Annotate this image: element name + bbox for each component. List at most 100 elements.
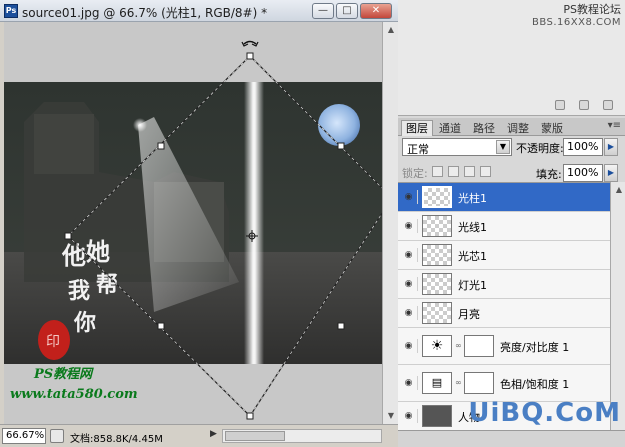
transform-handle[interactable] [246, 52, 254, 60]
seal-text: 印 [46, 334, 60, 350]
fill-label: 填充: [536, 168, 562, 181]
scroll-up-icon[interactable]: ▲ [612, 182, 625, 198]
site-url-text: www.tata580.com [10, 387, 138, 402]
layer-row[interactable]: ◉ ☀ ∞ 亮度/对比度 1 [398, 328, 610, 365]
chevron-down-icon[interactable]: ▼ [496, 140, 510, 154]
layer-thumbnail [422, 273, 452, 295]
transform-handle[interactable] [337, 142, 345, 150]
zoom-field[interactable]: 66.67% [2, 428, 46, 444]
transform-handle[interactable] [64, 232, 72, 240]
transform-handle[interactable] [157, 322, 165, 330]
transform-handle[interactable] [337, 322, 345, 330]
eye-icon[interactable]: ◉ [400, 306, 418, 320]
eye-icon[interactable]: ◉ [400, 190, 418, 204]
scroll-down-icon[interactable]: ▼ [384, 408, 398, 424]
opacity-arrow-icon[interactable]: ▶ [604, 138, 618, 156]
panel-menu-icon[interactable]: ▾≡ [608, 120, 621, 131]
watermark-top-line2: BBS.16XX8.COM [531, 17, 621, 28]
trash-icon[interactable] [603, 100, 613, 110]
new-item-icon[interactable] [579, 100, 589, 110]
horizontal-scrollbar[interactable] [222, 429, 382, 443]
brightness-contrast-icon: ☀ [422, 335, 452, 357]
calligraphy-char: 帮 [96, 272, 118, 298]
vertical-scrollbar[interactable]: ▲ ▼ [382, 22, 398, 424]
calligraphy-char: 他 [61, 241, 86, 270]
clear-icon[interactable] [555, 100, 565, 110]
layer-row[interactable]: ◉ 月亮 [398, 299, 610, 328]
link-chain-icon[interactable]: ∞ [455, 378, 462, 387]
layer-thumbnail [422, 405, 452, 427]
site-name-text: PS教程网 [33, 366, 94, 382]
eye-icon[interactable]: ◉ [400, 409, 418, 423]
calligraphy-char: 她 [86, 237, 110, 266]
hue-saturation-icon: ▤ [422, 372, 452, 394]
photoshop-logo-icon: Ps [4, 4, 18, 18]
status-bar: 66.67% 文档:858.8K/4.45M ▶ [0, 424, 398, 447]
canvas-area[interactable]: 他 她 我 帮 你 印 PS教程网 www.tata580.com [4, 22, 382, 424]
top-panel: PS教程论坛 BBS.16XX8.COM [398, 0, 625, 116]
lamp-light [133, 118, 147, 132]
layer-thumbnail [422, 302, 452, 324]
eye-icon[interactable]: ◉ [400, 219, 418, 233]
status-info-icon[interactable] [50, 429, 64, 443]
minimize-button[interactable]: — [312, 3, 334, 19]
document-titlebar[interactable]: Ps source01.jpg @ 66.7% (光柱1, RGB/8#) * … [0, 0, 398, 22]
right-panel-area: PS教程论坛 BBS.16XX8.COM 图层 通道 路径 调整 蒙版 ▾≡ 正… [398, 0, 625, 447]
layers-bottom-bar [398, 430, 625, 447]
document-window: Ps source01.jpg @ 66.7% (光柱1, RGB/8#) * … [0, 0, 398, 447]
tab-channels[interactable]: 通道 [434, 120, 466, 136]
moon [318, 104, 360, 146]
layer-mask-thumbnail[interactable] [464, 372, 494, 394]
tab-paths[interactable]: 路径 [468, 120, 500, 136]
top-panel-icons [555, 100, 613, 110]
lock-all-icon[interactable] [480, 166, 491, 177]
layer-thumbnail [422, 215, 452, 237]
link-chain-icon[interactable]: ∞ [455, 341, 462, 350]
eye-icon[interactable]: ◉ [400, 376, 418, 390]
layer-name: 光线1 [458, 221, 487, 234]
scroll-up-icon[interactable]: ▲ [384, 22, 398, 38]
opacity-field[interactable]: 100% [563, 138, 603, 156]
layer-thumbnail [422, 244, 452, 266]
horizontal-scroll-thumb[interactable] [225, 431, 285, 441]
layer-name: 光柱1 [458, 192, 487, 205]
layer-name: 亮度/对比度 1 [500, 341, 570, 354]
opacity-label: 不透明度: [516, 142, 564, 155]
close-button[interactable]: ✕ [360, 3, 392, 19]
layer-name: 色相/饱和度 1 [500, 378, 570, 391]
blend-mode-select[interactable]: 正常 ▼ [402, 138, 512, 156]
eye-icon[interactable]: ◉ [400, 339, 418, 353]
panel-tabs: 图层 通道 路径 调整 蒙版 ▾≡ [398, 118, 625, 136]
calligraphy-char: 你 [73, 310, 96, 336]
document-title: source01.jpg @ 66.7% (光柱1, RGB/8#) * [22, 6, 268, 20]
layer-mask-thumbnail[interactable] [464, 335, 494, 357]
document-info: 文档:858.8K/4.45M [70, 434, 163, 445]
watermark-top-line1: PS教程论坛 [563, 3, 621, 16]
eye-icon[interactable]: ◉ [400, 248, 418, 262]
fill-arrow-icon[interactable]: ▶ [604, 164, 618, 182]
watermark-top: PS教程论坛 BBS.16XX8.COM [532, 3, 621, 29]
layer-row[interactable]: ◉ ▤ ∞ 色相/饱和度 1 [398, 365, 610, 402]
calligraphy-char: 我 [68, 278, 90, 304]
layer-row[interactable]: ◉ 光芯1 [398, 241, 610, 270]
lock-move-icon[interactable] [464, 166, 475, 177]
lock-transparent-icon[interactable] [432, 166, 443, 177]
fill-field[interactable]: 100% [563, 164, 603, 182]
tab-layers[interactable]: 图层 [401, 120, 433, 136]
tab-masks[interactable]: 蒙版 [536, 120, 568, 136]
status-menu-arrow-icon[interactable]: ▶ [210, 429, 217, 439]
layer-name: 月亮 [458, 308, 480, 321]
layer-row[interactable]: ◉ 灯光1 [398, 270, 610, 299]
canvas-image: 他 她 我 帮 你 印 PS教程网 www.tata580.com [4, 22, 382, 424]
layer-row[interactable]: ◉ 光柱1 [398, 183, 610, 212]
maximize-button[interactable]: □ [336, 3, 358, 19]
blend-mode-value: 正常 [407, 143, 429, 156]
tab-adjustments[interactable]: 调整 [502, 120, 534, 136]
eye-icon[interactable]: ◉ [400, 277, 418, 291]
transform-handle[interactable] [246, 412, 254, 420]
layers-scrollbar[interactable]: ▲ [610, 182, 625, 430]
layers-list: ◉ 光柱1 ◉ 光线1 ◉ 光芯1 ◉ 灯光1 ◉ 月亮 ◉ ☀ ∞ 亮度/对比… [398, 182, 610, 430]
transform-handle[interactable] [157, 142, 165, 150]
lock-paint-icon[interactable] [448, 166, 459, 177]
layer-row[interactable]: ◉ 光线1 [398, 212, 610, 241]
